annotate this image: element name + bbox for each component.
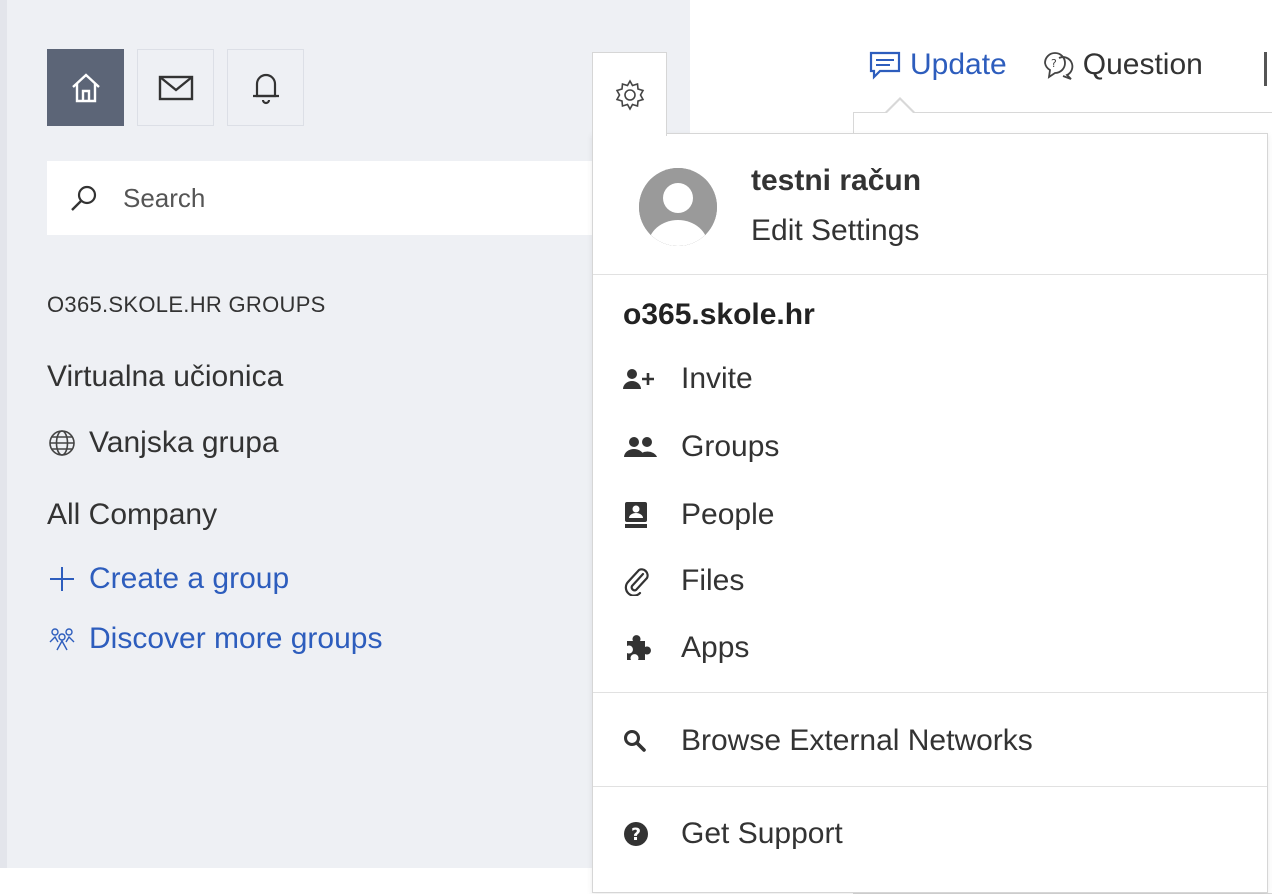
tab-question[interactable]: ? Question bbox=[1041, 48, 1203, 82]
groups-heading: O365.SKOLE.HR GROUPS bbox=[47, 292, 326, 317]
menu-item-label: Invite bbox=[681, 362, 753, 395]
discover-groups-link[interactable]: Discover more groups bbox=[47, 622, 382, 656]
group-label: Vanjska grupa bbox=[89, 426, 279, 459]
gear-icon bbox=[615, 78, 644, 111]
menu-divider bbox=[593, 786, 1267, 787]
profile-section: testni račun Edit Settings bbox=[593, 134, 1267, 275]
avatar[interactable] bbox=[639, 168, 717, 246]
menu-item-label: Groups bbox=[681, 430, 780, 463]
default-avatar-icon bbox=[639, 168, 717, 246]
create-group-link[interactable]: Create a group bbox=[47, 562, 289, 596]
svg-text:?: ? bbox=[631, 825, 641, 845]
menu-item-invite[interactable]: Invite bbox=[623, 362, 753, 396]
mail-icon bbox=[158, 75, 193, 100]
group-item-vanjska-grupa[interactable]: Vanjska grupa bbox=[47, 426, 279, 460]
menu-item-label: Apps bbox=[681, 631, 750, 664]
home-icon bbox=[71, 72, 100, 102]
window-edge bbox=[0, 0, 7, 868]
user-name: testni račun bbox=[751, 164, 922, 197]
menu-item-files[interactable]: Files bbox=[623, 564, 744, 598]
question-bubble-icon: ? bbox=[1043, 52, 1074, 80]
menu-item-browse-external[interactable]: Browse External Networks bbox=[623, 724, 1033, 758]
menu-item-groups[interactable]: Groups bbox=[623, 430, 779, 464]
create-group-label: Create a group bbox=[89, 562, 290, 595]
active-tab-caret-fill bbox=[886, 100, 914, 114]
paperclip-icon bbox=[623, 566, 663, 596]
notifications-button[interactable] bbox=[227, 49, 304, 126]
settings-button[interactable] bbox=[592, 52, 667, 136]
group-item-virtualna-ucionica[interactable]: Virtualna učionica bbox=[47, 360, 283, 394]
search-input[interactable] bbox=[121, 181, 545, 215]
add-person-icon bbox=[623, 364, 663, 394]
menu-item-label: People bbox=[681, 498, 775, 531]
comment-icon bbox=[869, 51, 901, 80]
people-icon bbox=[623, 432, 663, 462]
help-circle-icon: ? bbox=[623, 819, 663, 849]
group-label: All Company bbox=[47, 498, 218, 531]
menu-item-label: Get Support bbox=[681, 817, 843, 850]
group-item-all-company[interactable]: All Company bbox=[47, 498, 217, 532]
menu-divider bbox=[593, 692, 1267, 693]
menu-item-label: Files bbox=[681, 564, 745, 597]
search-icon bbox=[623, 726, 663, 756]
svg-text:?: ? bbox=[1051, 57, 1057, 70]
inbox-button[interactable] bbox=[137, 49, 214, 126]
discover-people-icon bbox=[49, 628, 75, 651]
menu-item-label: Browse External Networks bbox=[681, 724, 1033, 757]
publisher-tabs: Update ? Question bbox=[868, 48, 1203, 82]
bell-icon bbox=[252, 73, 279, 104]
tab-label: Update bbox=[910, 48, 1007, 81]
discover-groups-label: Discover more groups bbox=[89, 622, 383, 655]
globe-icon bbox=[49, 430, 75, 456]
search-icon bbox=[69, 180, 105, 216]
top-icon-bar bbox=[47, 49, 304, 126]
tab-update[interactable]: Update bbox=[868, 48, 1007, 82]
group-label: Virtualna učionica bbox=[47, 360, 284, 393]
compose-tab-divider bbox=[1264, 52, 1267, 86]
edit-settings-link[interactable]: Edit Settings bbox=[751, 214, 919, 248]
puzzle-icon bbox=[623, 633, 663, 663]
plus-icon bbox=[50, 567, 74, 591]
home-button[interactable] bbox=[47, 49, 124, 126]
menu-item-people[interactable]: People bbox=[623, 498, 774, 532]
menu-item-apps[interactable]: Apps bbox=[623, 631, 749, 665]
menu-item-get-support[interactable]: ? Get Support bbox=[623, 817, 843, 851]
tab-label: Question bbox=[1082, 48, 1203, 81]
address-book-icon bbox=[623, 500, 663, 530]
search-box[interactable] bbox=[47, 161, 607, 235]
network-name: o365.skole.hr bbox=[623, 298, 815, 331]
settings-menu: testni račun Edit Settings o365.skole.hr… bbox=[592, 133, 1268, 893]
